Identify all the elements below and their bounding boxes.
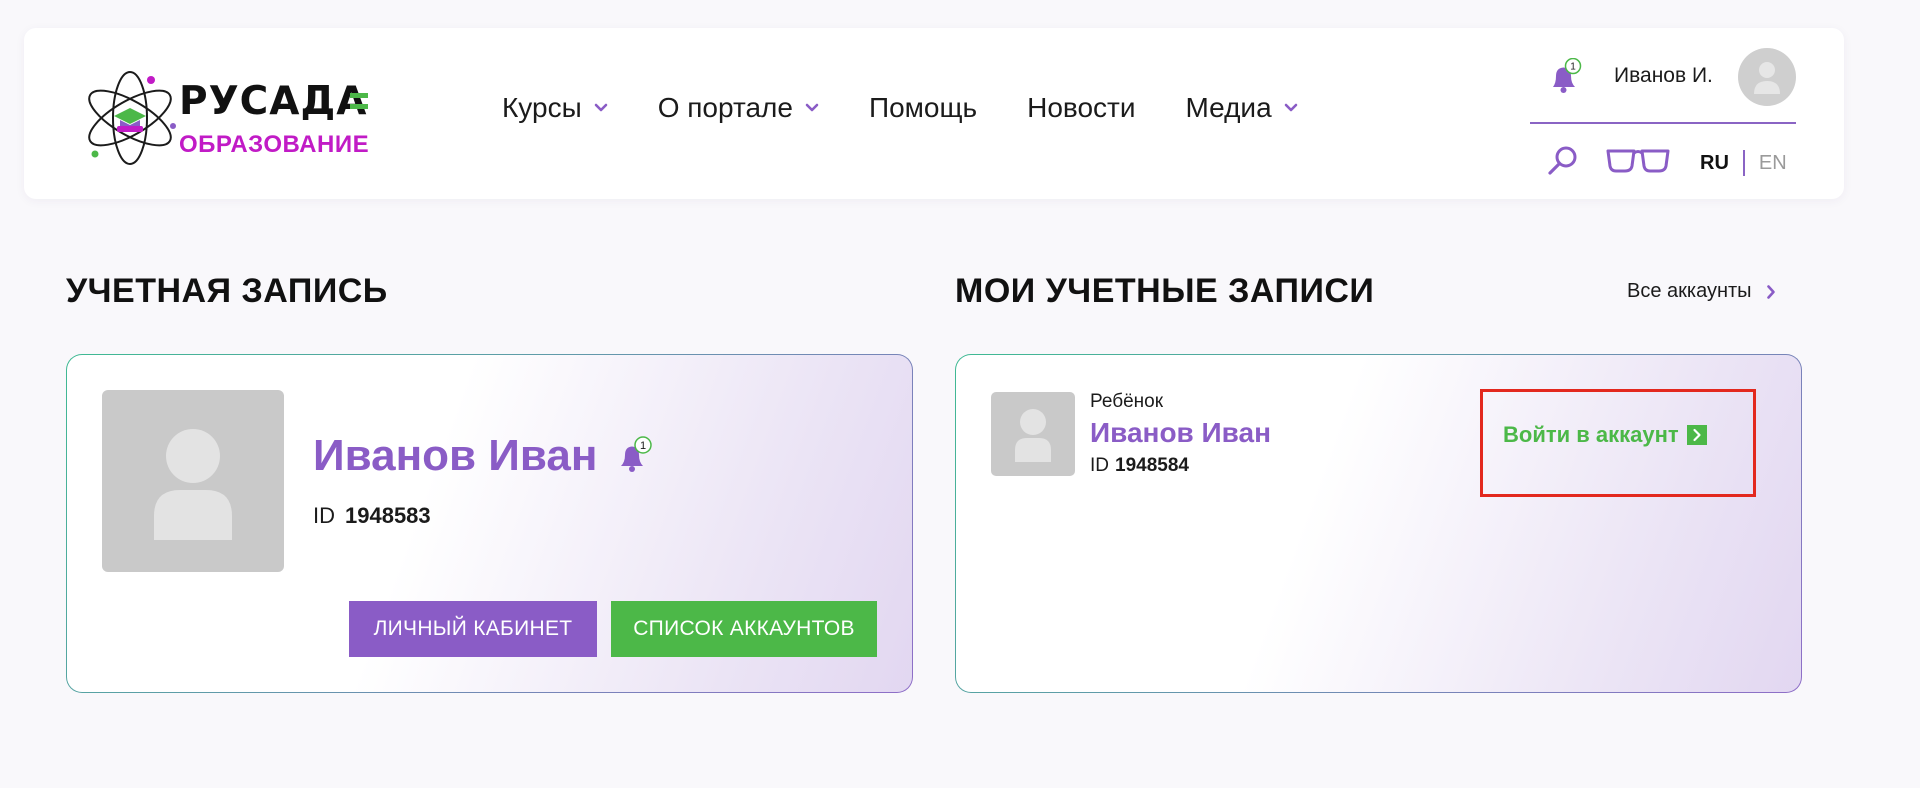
child-account-id: ID 1948584 <box>1090 455 1189 477</box>
logo-subtitle: ОБРАЗОВАНИЕ <box>179 131 370 158</box>
chevron-down-icon <box>805 103 819 112</box>
nav-item-courses[interactable]: Курсы <box>502 92 608 124</box>
nav-label: Медиа <box>1185 92 1272 123</box>
bell-icon: 1 <box>1553 57 1582 93</box>
nav-item-news[interactable]: Новости <box>1027 92 1135 124</box>
id-value: 1948584 <box>1115 455 1189 476</box>
account-card: Иванов Иван 1 ID 1948583 ЛИЧНЫЙ КАБИНЕТ С… <box>66 354 913 693</box>
arrow-right-box-icon <box>1686 425 1707 445</box>
chevron-right-icon <box>1766 284 1775 299</box>
accessibility-button[interactable] <box>1606 146 1670 174</box>
main-nav: Курсы О портале Помощь Новости Медиа <box>502 92 1348 124</box>
id-label: ID <box>313 503 335 528</box>
glasses-icon <box>1606 149 1670 173</box>
nav-item-about[interactable]: О портале <box>658 92 819 124</box>
child-avatar <box>991 392 1075 476</box>
chevron-down-icon <box>1284 103 1297 112</box>
nav-label: Новости <box>1027 92 1136 123</box>
lang-en[interactable]: EN <box>1759 152 1787 175</box>
all-accounts-label: Все аккаунты <box>1627 280 1752 302</box>
account-name: Иванов Иван <box>313 431 598 480</box>
all-accounts-link[interactable]: Все аккаунты <box>1627 280 1776 303</box>
account-notifications-button[interactable]: 1 <box>612 435 654 477</box>
nav-item-help[interactable]: Помощь <box>869 92 977 124</box>
login-highlight-box: Войти в аккаунт <box>1480 389 1756 497</box>
child-account-name: Иванов Иван <box>1090 417 1272 448</box>
search-icon <box>1548 146 1577 175</box>
language-switcher: RU EN <box>1700 150 1787 176</box>
lang-divider <box>1742 150 1745 176</box>
login-to-account-link[interactable]: Войти в аккаунт <box>1503 422 1707 448</box>
accounts-list-button[interactable]: СПИСОК АККАУНТОВ <box>611 601 877 657</box>
nav-label: Помощь <box>868 92 978 123</box>
nav-label: Курсы <box>502 92 582 123</box>
nav-label: О портале <box>657 92 793 123</box>
id-label: ID <box>1090 455 1109 476</box>
header-divider <box>1530 122 1796 124</box>
my-accounts-section-title: МОИ УЧЕТНЫЕ ЗАПИСИ <box>955 272 1375 310</box>
person-icon <box>1754 62 1780 94</box>
user-short-name[interactable]: Иванов И. <box>1614 64 1713 88</box>
lang-ru[interactable]: RU <box>1700 152 1729 175</box>
notifications-button[interactable]: 1 <box>1544 57 1584 98</box>
account-section-title: УЧЕТНАЯ ЗАПИСЬ <box>66 272 388 310</box>
rusada-logo[interactable]: РУСАДА ОБРАЗОВАНИЕ <box>80 68 380 168</box>
search-button[interactable] <box>1546 144 1580 178</box>
account-id: ID 1948583 <box>313 503 431 529</box>
nav-item-media[interactable]: Медиа <box>1186 92 1298 124</box>
bell-icon: 1 <box>621 436 652 472</box>
account-role: Ребёнок <box>1090 391 1164 412</box>
account-avatar <box>102 390 284 572</box>
id-value: 1948583 <box>345 503 431 528</box>
notification-count: 1 <box>1570 62 1576 73</box>
personal-cabinet-button[interactable]: ЛИЧНЫЙ КАБИНЕТ <box>349 601 597 657</box>
login-label: Войти в аккаунт <box>1503 422 1679 447</box>
person-icon <box>1015 409 1051 462</box>
my-accounts-card: Ребёнок Иванов Иван ID 1948584 Войти в ак… <box>955 354 1802 693</box>
user-avatar[interactable] <box>1738 48 1796 106</box>
notification-count: 1 <box>640 440 646 452</box>
site-header: РУСАДА ОБРАЗОВАНИЕ Курсы О портале Помощ… <box>24 28 1844 199</box>
atom-logo-icon <box>88 71 176 165</box>
chevron-down-icon <box>594 103 608 112</box>
logo-green-dash-icon <box>350 93 368 109</box>
person-icon <box>154 429 232 540</box>
